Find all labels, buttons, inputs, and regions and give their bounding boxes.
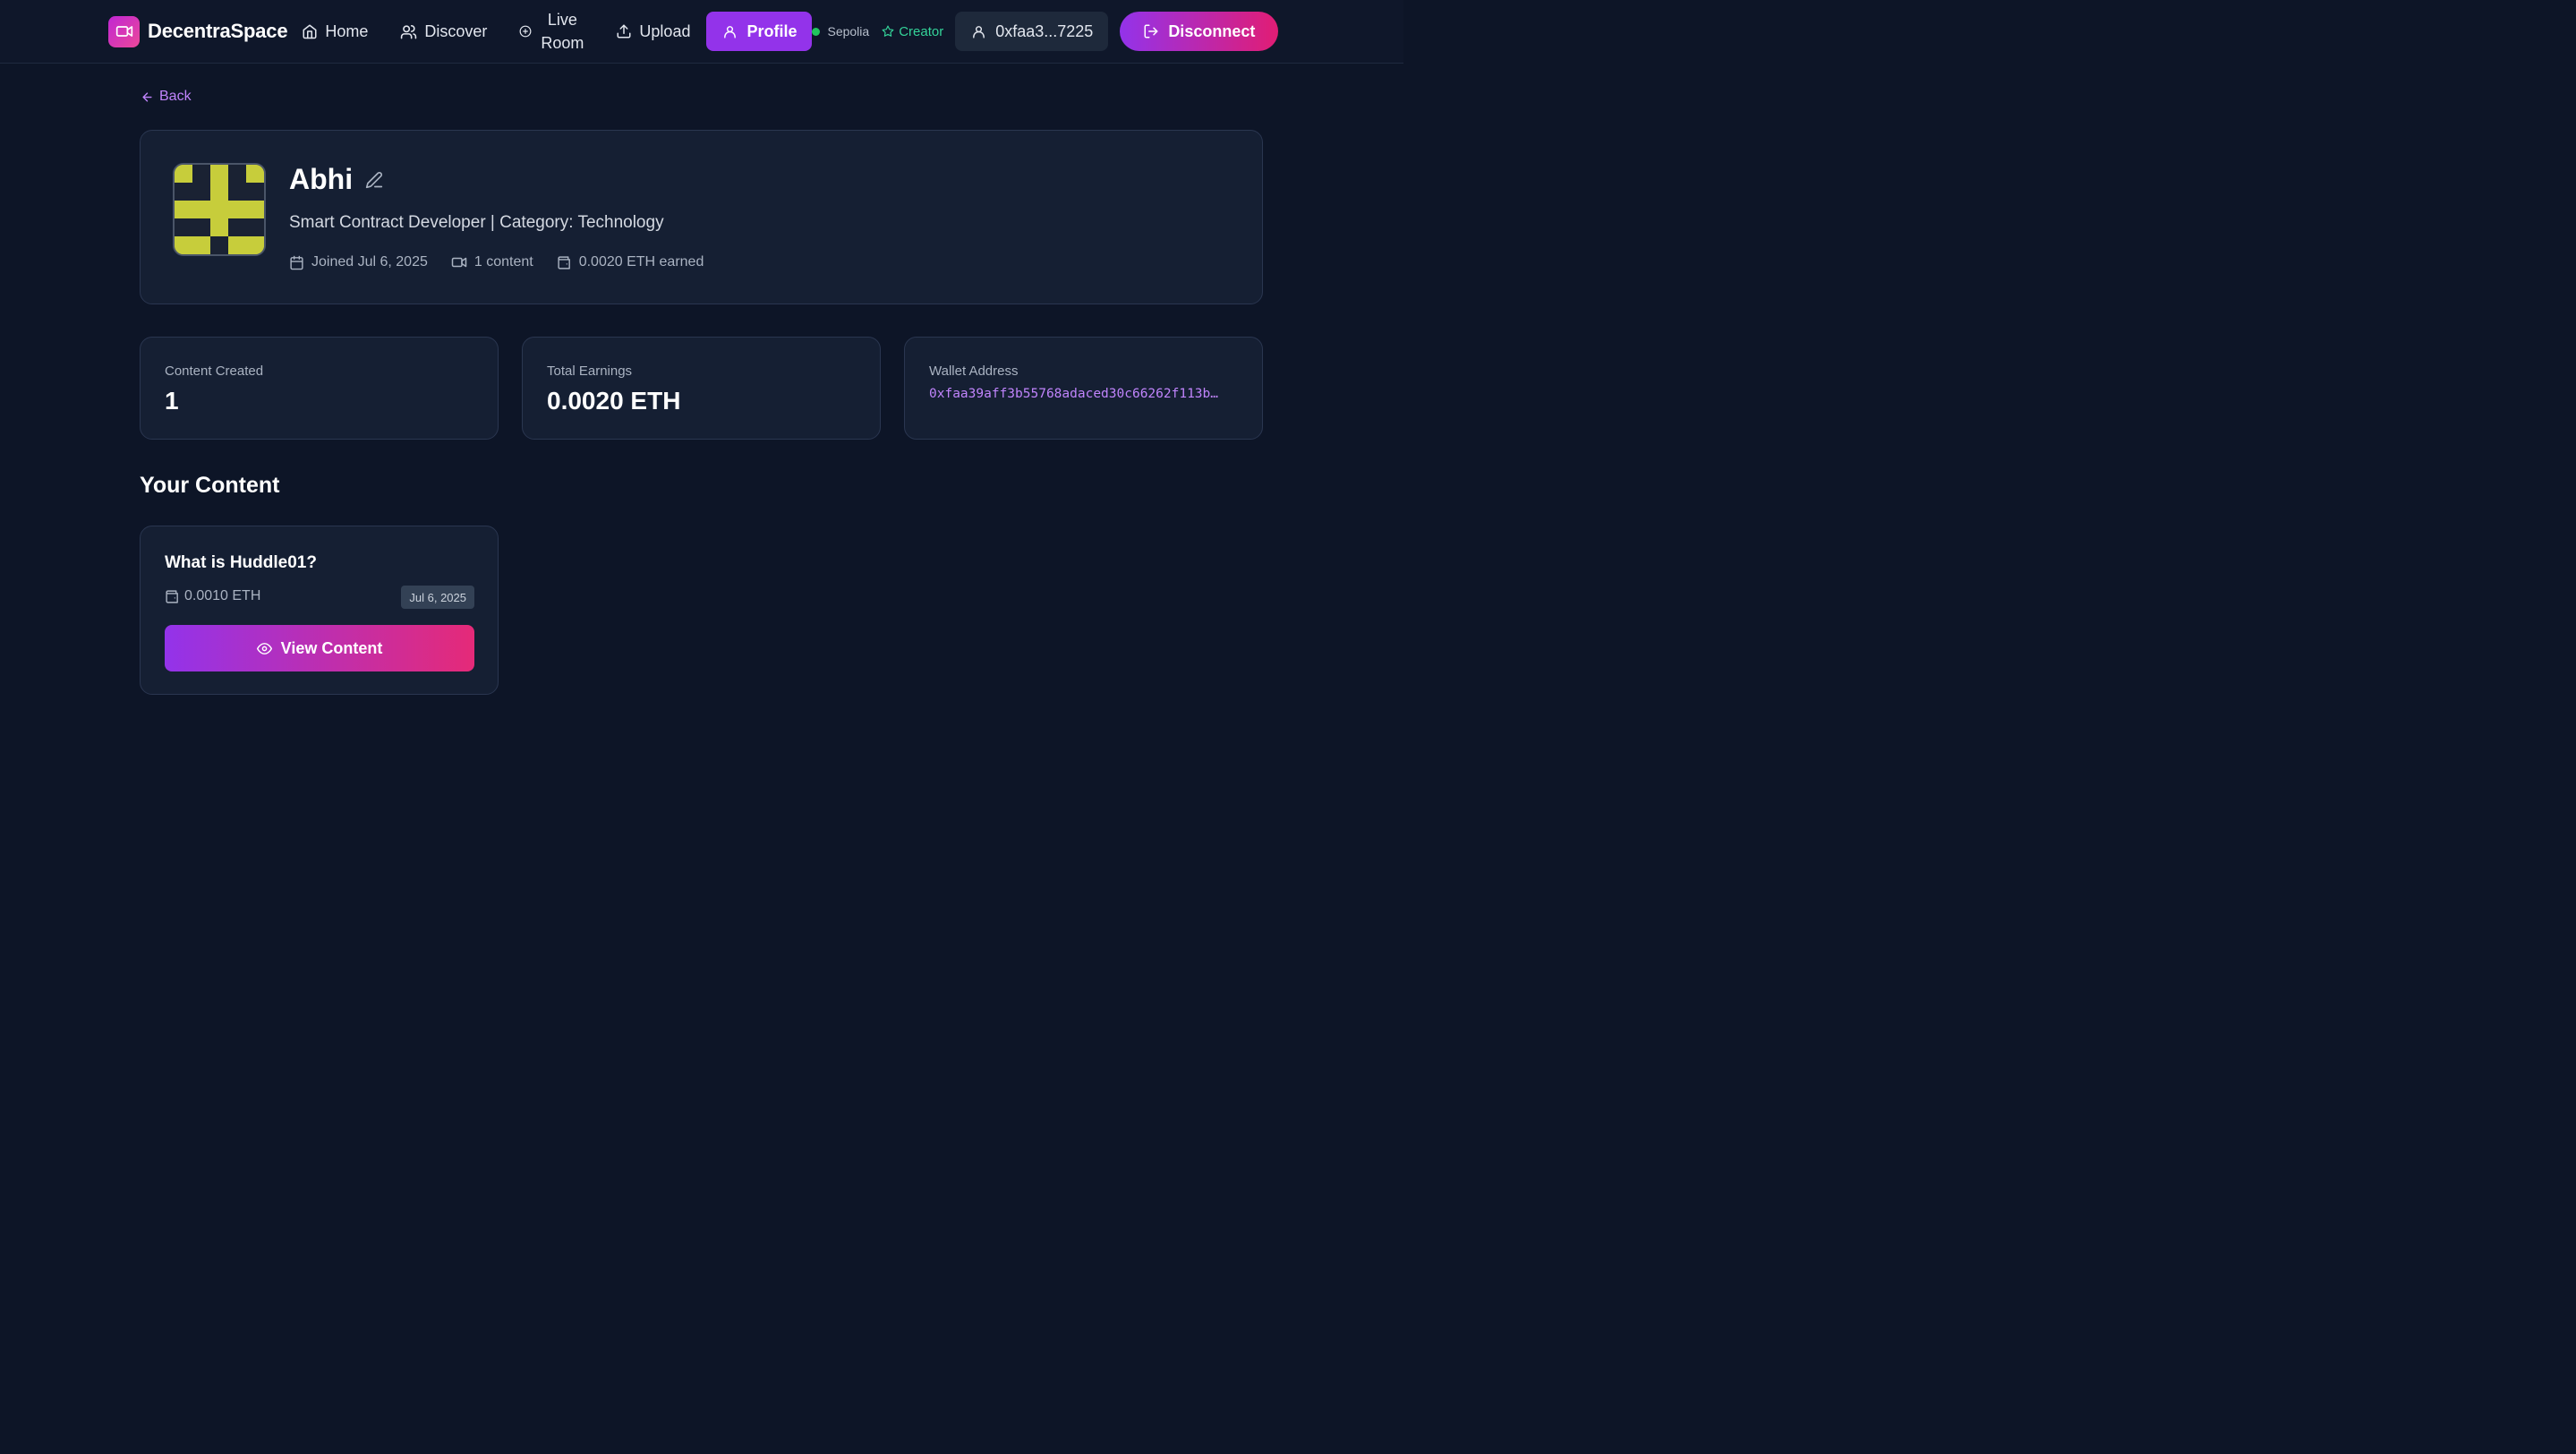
eye-icon	[256, 641, 272, 656]
your-content-heading: Your Content	[140, 473, 280, 498]
home-icon	[302, 23, 318, 39]
profile-content-count-label: 1 content	[473, 254, 533, 269]
navbar-inner: DecentraSpace Home Discover Live Room Up…	[108, 0, 1294, 63]
profile-name: Abhi	[289, 163, 354, 195]
user-icon	[971, 24, 986, 39]
log-out-icon	[1143, 23, 1159, 39]
calendar-icon	[289, 255, 304, 270]
nav-profile[interactable]: Profile	[706, 12, 813, 51]
stat-total-earnings: Total Earnings 0.0020 ETH	[522, 337, 881, 440]
avatar	[173, 163, 266, 256]
network-status-dot	[812, 27, 821, 36]
disconnect-button[interactable]: Disconnect	[1120, 12, 1279, 51]
profile-earned-label: 0.0020 ETH earned	[578, 254, 704, 269]
nav-discover[interactable]: Discover	[384, 12, 503, 51]
nav-live-line2: Room	[541, 34, 584, 52]
view-content-button[interactable]: View Content	[165, 625, 474, 671]
stat-wallet-label: Wallet Address	[929, 364, 1019, 379]
profile-content-count: 1 content	[451, 254, 533, 270]
nav-home[interactable]: Home	[302, 12, 384, 51]
profile-joined-label: Joined Jul 6, 2025	[311, 254, 428, 269]
wallet-short-address: 0xfaa3...7225	[995, 21, 1094, 40]
wallet-icon	[557, 255, 572, 270]
nav-profile-label: Profile	[746, 21, 798, 40]
plus-circle-icon	[519, 25, 532, 38]
content-price-label: 0.0010 ETH	[184, 588, 261, 603]
nav-live-room-label: Live Room	[541, 8, 584, 55]
upload-icon	[616, 23, 632, 39]
wallet-icon	[165, 589, 180, 604]
nav-home-label: Home	[325, 21, 369, 40]
star-icon	[882, 25, 894, 38]
creator-badge: Creator	[882, 24, 943, 39]
nav-live-line1: Live	[547, 11, 577, 29]
profile-joined: Joined Jul 6, 2025	[289, 254, 428, 270]
stat-earnings-label: Total Earnings	[547, 364, 633, 379]
nav-upload[interactable]: Upload	[600, 12, 706, 51]
stat-earnings-value: 0.0020 ETH	[547, 387, 681, 415]
network-indicator: Sepolia	[812, 24, 869, 38]
profile-name-row: Abhi	[289, 163, 383, 196]
content-date-badge: Jul 6, 2025	[401, 586, 474, 609]
network-name: Sepolia	[827, 24, 870, 38]
back-link[interactable]: Back	[141, 88, 192, 106]
profile-earned: 0.0020 ETH earned	[557, 254, 704, 270]
stat-content-created: Content Created 1	[140, 337, 499, 440]
users-icon	[400, 23, 417, 40]
nav-live-room[interactable]: Live Room	[503, 11, 600, 52]
stat-wallet-value[interactable]: 0xfaa39aff3b55768adaced30c66262f113b…	[929, 387, 1238, 401]
profile-card: Abhi Smart Contract Developer | Category…	[140, 130, 1263, 304]
arrow-left-icon	[141, 90, 154, 104]
brand[interactable]: DecentraSpace	[108, 15, 288, 47]
pencil-icon[interactable]	[365, 171, 383, 189]
wallet-address-button[interactable]: 0xfaa3...7225	[955, 12, 1109, 51]
video-icon	[451, 254, 467, 270]
view-content-label: View Content	[280, 638, 383, 657]
stat-wallet-address: Wallet Address 0xfaa39aff3b55768adaced30…	[904, 337, 1263, 440]
profile-meta: Joined Jul 6, 2025 1 content 0.0020 ETH …	[289, 254, 727, 270]
top-navbar: DecentraSpace Home Discover Live Room Up…	[0, 0, 1403, 64]
stat-content-label: Content Created	[165, 364, 264, 379]
nav-discover-label: Discover	[424, 21, 488, 40]
profile-bio: Smart Contract Developer | Category: Tec…	[289, 213, 664, 232]
disconnect-label: Disconnect	[1168, 21, 1256, 40]
creator-label: Creator	[899, 23, 944, 39]
user-icon	[722, 24, 738, 39]
content-title: What is Huddle01?	[165, 553, 317, 572]
video-camera-icon	[108, 15, 140, 47]
content-price: 0.0010 ETH	[165, 588, 260, 604]
content-card: What is Huddle01? 0.0010 ETH Jul 6, 2025…	[140, 526, 499, 695]
nav-upload-label: Upload	[639, 21, 691, 40]
stat-content-value: 1	[165, 387, 179, 415]
back-label: Back	[159, 89, 192, 104]
brand-name: DecentraSpace	[148, 20, 288, 42]
